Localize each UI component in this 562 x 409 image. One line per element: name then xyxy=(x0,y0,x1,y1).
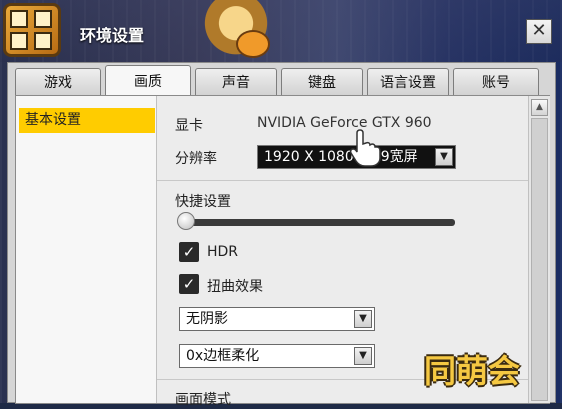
slider-thumb[interactable] xyxy=(177,212,195,230)
resolution-value: 1920 X 1080 16:9宽屏 xyxy=(264,149,418,165)
close-button[interactable]: ✕ xyxy=(526,19,552,44)
sidebar-item-basic-settings[interactable]: 基本设置 xyxy=(19,108,155,133)
tab-graphics[interactable]: 画质 xyxy=(105,65,191,95)
antialias-value: 0x边框柔化 xyxy=(186,348,260,364)
tab-account[interactable]: 账号 xyxy=(453,68,539,95)
close-icon: ✕ xyxy=(531,20,547,41)
tab-sound[interactable]: 声音 xyxy=(195,68,277,95)
gpu-value: NVIDIA GeForce GTX 960 xyxy=(257,115,432,131)
tab-game[interactable]: 游戏 xyxy=(15,68,101,95)
checkmark-icon: ✓ xyxy=(182,275,196,293)
chevron-down-icon: ▼ xyxy=(354,347,372,365)
shadow-value: 无阴影 xyxy=(186,311,228,327)
quick-settings-slider[interactable] xyxy=(179,219,455,226)
resolution-label: 分辨率 xyxy=(175,151,217,167)
antialias-select[interactable]: 0x边框柔化 ▼ xyxy=(179,344,375,368)
pumpkin-icon xyxy=(236,30,270,58)
divider xyxy=(157,180,528,181)
hdr-label: HDR xyxy=(207,244,239,260)
hdr-checkbox[interactable]: ✓ xyxy=(179,242,199,262)
checkmark-icon: ✓ xyxy=(182,243,196,261)
background-sign xyxy=(420,10,520,60)
tab-keyboard[interactable]: 键盘 xyxy=(281,68,363,95)
display-mode-label: 画面模式 xyxy=(175,392,231,408)
quick-settings-label: 快捷设置 xyxy=(175,194,231,210)
hand-pointer-icon xyxy=(349,129,381,167)
distortion-checkbox[interactable]: ✓ xyxy=(179,274,199,294)
window-title: 环境设置 xyxy=(80,26,145,45)
app-logo-icon xyxy=(3,3,61,57)
window-titlebar: 环境设置 ✕ xyxy=(0,0,562,62)
site-logo-watermark: 同萌会 xyxy=(423,352,520,390)
distortion-label: 扭曲效果 xyxy=(207,279,263,295)
tab-language[interactable]: 语言设置 xyxy=(367,68,449,95)
chevron-down-icon: ▼ xyxy=(354,310,372,328)
tab-bar: 游戏 画质 声音 键盘 语言设置 账号 xyxy=(15,65,539,95)
arrow-up-icon[interactable]: ▲ xyxy=(531,99,548,116)
sidebar: 基本设置 xyxy=(16,96,157,403)
shadow-select[interactable]: 无阴影 ▼ xyxy=(179,307,375,331)
chevron-down-icon: ▼ xyxy=(435,148,453,166)
gpu-label: 显卡 xyxy=(175,118,203,134)
